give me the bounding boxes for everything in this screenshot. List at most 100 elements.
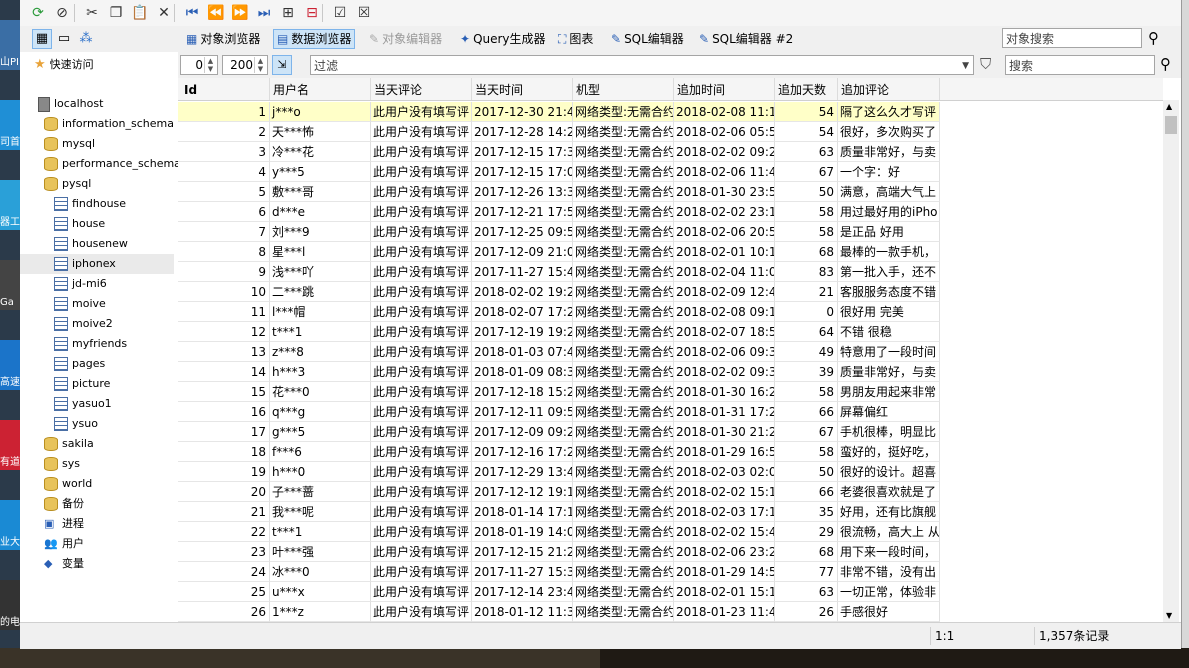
table-cell[interactable]: 此用户没有填写评 xyxy=(371,542,472,562)
table-cell[interactable]: 67 xyxy=(775,422,838,442)
table-cell[interactable]: 很好，多次购买了 xyxy=(838,122,940,142)
table-cell[interactable]: 2017-12-30 21:40 xyxy=(472,102,573,122)
table-cell[interactable]: 58 xyxy=(775,442,838,462)
table-cell[interactable]: 网络类型:无需合约 xyxy=(573,102,674,122)
table-cell[interactable]: 手感很好 xyxy=(838,602,940,622)
tree-node-db[interactable]: mysql xyxy=(20,134,174,154)
table-cell[interactable]: 2017-11-27 15:48 xyxy=(472,262,573,282)
table-cell[interactable]: 2017-12-16 17:29 xyxy=(472,442,573,462)
table-cell[interactable]: 13 xyxy=(178,342,270,362)
table-cell[interactable]: 此用户没有填写评 xyxy=(371,342,472,362)
table-cell[interactable]: 此用户没有填写评 xyxy=(371,182,472,202)
table-cell[interactable]: 39 xyxy=(775,362,838,382)
tree-node-process[interactable]: ▣ 进程 xyxy=(20,514,174,534)
table-cell[interactable]: 58 xyxy=(775,222,838,242)
tree-node-table[interactable]: myfriends xyxy=(20,334,174,354)
stop-icon[interactable]: ⊘ xyxy=(52,3,72,23)
tree-node-table[interactable]: findhouse xyxy=(20,194,174,214)
desktop-shortcut[interactable]: 山PI xyxy=(0,20,20,70)
tree-node-table[interactable]: house xyxy=(20,214,174,234)
table-cell[interactable]: 11 xyxy=(178,302,270,322)
table-cell[interactable]: 2018-02-02 15:18 xyxy=(674,482,775,502)
desktop-shortcut[interactable]: 有道 xyxy=(0,420,20,470)
last-icon[interactable]: ⏭ xyxy=(254,3,274,23)
table-cell[interactable]: d***e xyxy=(270,202,371,222)
spinner-arrows-icon[interactable]: ▲ ▼ xyxy=(204,57,216,73)
table-row[interactable]: 1 j***o 此用户没有填写评 2017-12-30 21:40 网络类型:无需合约 2… xyxy=(178,102,940,122)
table-cell[interactable]: 2018-01-23 11:45 xyxy=(674,602,775,622)
offset-spinner[interactable]: 0 ▲ ▼ xyxy=(180,55,218,75)
table-cell[interactable]: 2018-02-06 20:59 xyxy=(674,222,775,242)
table-cell[interactable]: 叶***强 xyxy=(270,542,371,562)
first-icon[interactable]: ⏮ xyxy=(182,3,202,23)
table-cell[interactable]: 2018-02-01 15:17 xyxy=(674,582,775,602)
table-cell[interactable]: 4 xyxy=(178,162,270,182)
table-row[interactable]: 19 h***0 此用户没有填写评 2017-12-29 13:49 网络类型:无需合约… xyxy=(178,462,940,482)
table-cell[interactable]: y***5 xyxy=(270,162,371,182)
vertical-scrollbar[interactable]: ▲ ▼ xyxy=(1163,100,1179,622)
table-cell[interactable]: 2018-01-03 07:49 xyxy=(472,342,573,362)
table-cell[interactable]: 2018-02-01 10:18 xyxy=(674,242,775,262)
table-row[interactable]: 6 d***e 此用户没有填写评 2017-12-21 17:52 网络类型:无需合约 2… xyxy=(178,202,940,222)
table-cell[interactable]: 网络类型:无需合约 xyxy=(573,262,674,282)
table-cell[interactable]: 2018-02-06 11:43 xyxy=(674,162,775,182)
tree-node-table[interactable]: jd-mi6 xyxy=(20,274,174,294)
table-cell[interactable]: 19 xyxy=(178,462,270,482)
column-header[interactable]: 追加天数 xyxy=(775,78,838,100)
table-row[interactable]: 17 g***5 此用户没有填写评 2017-12-09 09:20 网络类型:无需合约… xyxy=(178,422,940,442)
table-cell[interactable]: 此用户没有填写评 xyxy=(371,402,472,422)
table-cell[interactable]: 网络类型:无需合约 xyxy=(573,522,674,542)
table-cell[interactable]: 网络类型:无需合约 xyxy=(573,562,674,582)
tree-node-vars[interactable]: ◆ 变量 xyxy=(20,554,174,574)
table-cell[interactable]: 此用户没有填写评 xyxy=(371,262,472,282)
table-cell[interactable]: 非常不错，没有出 xyxy=(838,562,940,582)
table-row[interactable]: 3 冷***花 此用户没有填写评 2017-12-15 17:33 网络类型:无需合约 2… xyxy=(178,142,940,162)
table-cell[interactable]: 网络类型:无需合约 xyxy=(573,202,674,222)
table-cell[interactable]: 冷***花 xyxy=(270,142,371,162)
tab-4[interactable]: ⛶ 图表 xyxy=(555,29,596,49)
tree-node-table[interactable]: pages xyxy=(20,354,174,374)
table-cell[interactable]: 54 xyxy=(775,102,838,122)
table-cell[interactable]: 浅***吖 xyxy=(270,262,371,282)
tab-6[interactable]: ✎ SQL编辑器 #2 xyxy=(696,29,796,49)
table-cell[interactable]: 50 xyxy=(775,182,838,202)
table-cell[interactable]: 2018-01-29 16:57 xyxy=(674,442,775,462)
table-cell[interactable]: 此用户没有填写评 xyxy=(371,382,472,402)
table-cell[interactable]: 花***0 xyxy=(270,382,371,402)
table-cell[interactable]: 2018-02-07 18:50 xyxy=(674,322,775,342)
table-cell[interactable]: t***1 xyxy=(270,322,371,342)
tree-node-db[interactable]: sakila xyxy=(20,434,174,454)
copy-icon[interactable]: ❐ xyxy=(106,3,126,23)
table-cell[interactable]: 此用户没有填写评 xyxy=(371,242,472,262)
scroll-thumb[interactable] xyxy=(1165,116,1177,134)
table-cell[interactable]: 冰***0 xyxy=(270,562,371,582)
table-row[interactable]: 10 二***跳 此用户没有填写评 2018-02-02 19:20 网络类型:无需合约… xyxy=(178,282,940,302)
table-cell[interactable]: 老婆很喜欢就是了 xyxy=(838,482,940,502)
table-cell[interactable]: 二***跳 xyxy=(270,282,371,302)
table-cell[interactable]: 1***z xyxy=(270,602,371,622)
chevron-down-icon[interactable]: ▼ xyxy=(962,56,969,76)
table-cell[interactable]: 54 xyxy=(775,122,838,142)
tree-node-table[interactable]: housenew xyxy=(20,234,174,254)
table-row[interactable]: 15 花***0 此用户没有填写评 2017-12-18 15:21 网络类型:无需合约… xyxy=(178,382,940,402)
table-cell[interactable]: 蛮好的，挺好吃， xyxy=(838,442,940,462)
tree-node-table[interactable]: iphonex xyxy=(20,254,174,274)
table-cell[interactable]: 2018-02-08 11:16 xyxy=(674,102,775,122)
table-cell[interactable]: 3 xyxy=(178,142,270,162)
table-cell[interactable]: 此用户没有填写评 xyxy=(371,602,472,622)
table-cell[interactable]: 14 xyxy=(178,362,270,382)
table-cell[interactable]: 很好的设计。超喜 xyxy=(838,462,940,482)
table-cell[interactable]: 63 xyxy=(775,142,838,162)
quick-access-item[interactable]: ★ 快速访问 xyxy=(34,55,94,75)
table-cell[interactable]: 50 xyxy=(775,462,838,482)
table-cell[interactable]: 68 xyxy=(775,542,838,562)
cut-icon[interactable]: ✂ xyxy=(82,3,102,23)
table-cell[interactable]: 2018-01-30 23:56 xyxy=(674,182,775,202)
table-cell[interactable]: 此用户没有填写评 xyxy=(371,582,472,602)
table-cell[interactable]: 网络类型:无需合约 xyxy=(573,162,674,182)
add-row-icon[interactable]: ⊞ xyxy=(278,3,298,23)
table-row[interactable]: 12 t***1 此用户没有填写评 2017-12-19 19:29 网络类型:无需合约… xyxy=(178,322,940,342)
table-row[interactable]: 22 t***1 此用户没有填写评 2018-01-19 14:01 网络类型:无需合约… xyxy=(178,522,940,542)
table-cell[interactable]: u***x xyxy=(270,582,371,602)
table-row[interactable]: 23 叶***强 此用户没有填写评 2017-12-15 21:25 网络类型:无需合约… xyxy=(178,542,940,562)
